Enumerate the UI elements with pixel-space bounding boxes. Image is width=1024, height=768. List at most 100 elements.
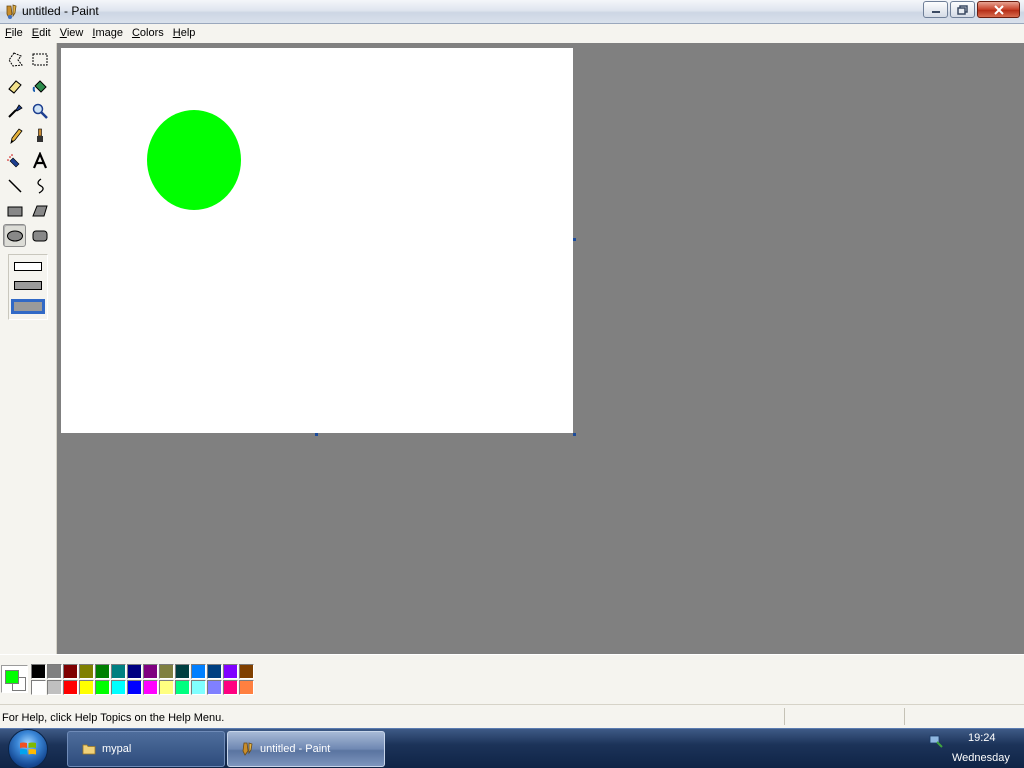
menu-file[interactable]: File bbox=[1, 24, 28, 43]
airbrush-icon bbox=[6, 153, 19, 167]
palette-swatch[interactable] bbox=[95, 664, 110, 679]
fill-tool[interactable] bbox=[28, 74, 51, 97]
palette-swatch[interactable] bbox=[159, 680, 174, 695]
outline-fill-option[interactable] bbox=[11, 278, 45, 293]
fill-only-option[interactable] bbox=[11, 299, 45, 314]
palette-swatch[interactable] bbox=[143, 664, 158, 679]
ellipse-tool[interactable] bbox=[3, 224, 26, 247]
palette-swatch[interactable] bbox=[175, 680, 190, 695]
palette-swatch[interactable] bbox=[143, 680, 158, 695]
polygon-icon bbox=[31, 205, 48, 216]
system-tray: 19:24 Wednesday bbox=[924, 729, 1024, 768]
color-box bbox=[0, 654, 1024, 704]
palette-swatch[interactable] bbox=[47, 664, 62, 679]
outline-fill-swatch bbox=[14, 281, 42, 290]
close-button[interactable] bbox=[977, 1, 1020, 18]
free-form-select-tool[interactable] bbox=[3, 48, 26, 71]
magnifier-tool[interactable] bbox=[28, 99, 51, 122]
window-title: untitled - Paint bbox=[22, 4, 99, 18]
palette-swatch[interactable] bbox=[63, 664, 78, 679]
network-icon[interactable] bbox=[928, 733, 944, 749]
close-icon bbox=[993, 4, 1004, 15]
paint-bucket-icon bbox=[32, 79, 47, 93]
menu-colors[interactable]: Colors bbox=[128, 24, 169, 43]
eraser-tool[interactable] bbox=[3, 74, 26, 97]
palette-swatch[interactable] bbox=[159, 664, 174, 679]
text-tool[interactable] bbox=[28, 149, 51, 172]
taskbar-item-label: untitled - Paint bbox=[260, 743, 331, 755]
menu-edit[interactable]: Edit bbox=[28, 24, 56, 43]
title-bar[interactable]: untitled - Paint bbox=[0, 0, 1024, 24]
clock-day[interactable]: Wednesday bbox=[952, 752, 1010, 764]
drawing-workspace bbox=[58, 43, 1024, 654]
resize-handle-right[interactable] bbox=[573, 238, 576, 241]
taskbar-item-paint[interactable]: untitled - Paint bbox=[227, 731, 385, 767]
palette-swatch[interactable] bbox=[79, 680, 94, 695]
green-circle-shape bbox=[147, 110, 241, 210]
start-button[interactable] bbox=[8, 729, 48, 768]
airbrush-tool[interactable] bbox=[3, 149, 26, 172]
polygon-tool[interactable] bbox=[28, 199, 51, 222]
curve-icon bbox=[36, 177, 44, 194]
line-icon bbox=[7, 178, 22, 193]
palette-swatch[interactable] bbox=[127, 680, 142, 695]
palette-swatch[interactable] bbox=[31, 664, 46, 679]
palette-swatch[interactable] bbox=[63, 680, 78, 695]
palette-swatch[interactable] bbox=[79, 664, 94, 679]
status-coordinates-pane bbox=[784, 708, 904, 725]
rectangle-tool[interactable] bbox=[3, 199, 26, 222]
brush-tool[interactable] bbox=[28, 124, 51, 147]
pick-color-tool[interactable] bbox=[3, 99, 26, 122]
palette-swatch[interactable] bbox=[239, 664, 254, 679]
outline-option[interactable] bbox=[11, 259, 45, 274]
fill-style-options bbox=[8, 254, 48, 320]
rounded-rectangle-tool[interactable] bbox=[28, 224, 51, 247]
magnifier-icon bbox=[32, 103, 48, 119]
palette-swatch[interactable] bbox=[95, 680, 110, 695]
taskbar-item-label: mypal bbox=[102, 743, 132, 755]
palette-swatch[interactable] bbox=[239, 680, 254, 695]
outline-swatch bbox=[14, 262, 42, 271]
line-tool[interactable] bbox=[3, 174, 26, 197]
taskbar: mypal untitled - Paint 19:24 Wednesday bbox=[0, 728, 1024, 768]
palette-swatch[interactable] bbox=[175, 664, 190, 679]
palette-swatch[interactable] bbox=[207, 680, 222, 695]
canvas-drawing bbox=[147, 110, 241, 210]
taskbar-item-mypal[interactable]: mypal bbox=[67, 731, 225, 767]
status-bar: For Help, click Help Topics on the Help … bbox=[0, 704, 1024, 728]
status-size-pane bbox=[904, 708, 1022, 725]
palette-swatch[interactable] bbox=[191, 680, 206, 695]
brush-icon bbox=[36, 128, 43, 142]
palette-swatch[interactable] bbox=[111, 664, 126, 679]
palette-swatch[interactable] bbox=[111, 680, 126, 695]
fill-only-swatch bbox=[14, 302, 42, 311]
palette-swatch[interactable] bbox=[223, 664, 238, 679]
menu-image[interactable]: Image bbox=[88, 24, 128, 43]
color-palette bbox=[31, 664, 255, 696]
resize-handle-corner[interactable] bbox=[573, 433, 576, 436]
curve-tool[interactable] bbox=[28, 174, 51, 197]
free-form-select-icon bbox=[7, 51, 23, 67]
minimize-button[interactable] bbox=[923, 1, 948, 18]
resize-handle-bottom[interactable] bbox=[315, 433, 318, 436]
drawing-canvas[interactable] bbox=[61, 48, 573, 433]
foreground-color-swatch bbox=[5, 670, 19, 684]
pencil-tool[interactable] bbox=[3, 124, 26, 147]
rectangle-icon bbox=[7, 206, 22, 216]
menu-help[interactable]: Help bbox=[169, 24, 201, 43]
select-icon bbox=[32, 53, 47, 65]
palette-swatch[interactable] bbox=[127, 664, 142, 679]
restore-button[interactable] bbox=[950, 1, 975, 18]
palette-swatch[interactable] bbox=[207, 664, 222, 679]
palette-swatch[interactable] bbox=[223, 680, 238, 695]
clock-time[interactable]: 19:24 bbox=[968, 732, 996, 744]
select-tool[interactable] bbox=[28, 48, 51, 71]
palette-swatch[interactable] bbox=[191, 664, 206, 679]
menu-bar: File Edit View Image Colors Help bbox=[0, 24, 1024, 43]
menu-view[interactable]: View bbox=[56, 24, 89, 43]
palette-swatch[interactable] bbox=[47, 680, 62, 695]
folder-icon bbox=[82, 744, 96, 755]
windows-logo-icon bbox=[20, 742, 36, 755]
palette-swatch[interactable] bbox=[31, 680, 46, 695]
restore-icon bbox=[957, 4, 968, 15]
